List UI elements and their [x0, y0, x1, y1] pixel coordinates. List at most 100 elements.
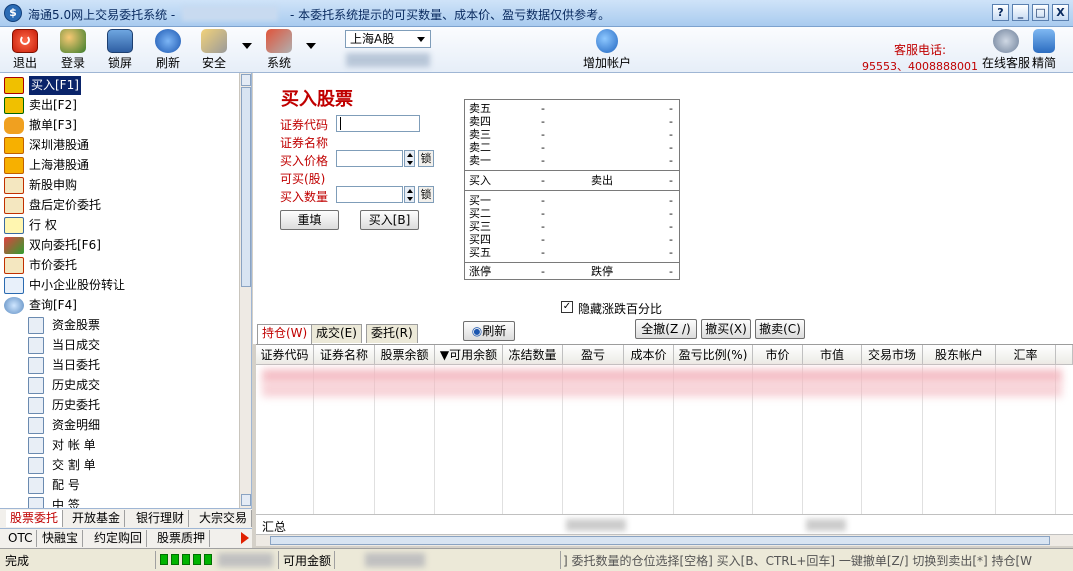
col-header-account[interactable]: 股东帐户 — [923, 345, 996, 365]
refresh-button[interactable]: 刷新 — [155, 29, 181, 71]
cancel-sell-button[interactable]: 撤卖(C) — [755, 319, 805, 339]
nav-item-buy[interactable]: 买入[F1] — [2, 76, 238, 95]
nav-subitem-history-trades[interactable]: 历史成交 — [2, 376, 238, 395]
tab-block-trade[interactable]: 大宗交易 — [195, 510, 252, 527]
lock-screen-button[interactable]: 锁屏 — [107, 29, 133, 71]
buyable-label: 可买(股) — [280, 172, 326, 186]
col-header-price[interactable]: 市价 — [753, 345, 803, 365]
scroll-thumb[interactable] — [270, 536, 1050, 545]
col-header-available[interactable]: ▼可用余额 — [435, 345, 503, 365]
nav-subitem-today-trades[interactable]: 当日成交 — [2, 336, 238, 355]
nav-item-exercise[interactable]: 行 权 — [2, 216, 238, 235]
reset-button[interactable]: 重填 — [280, 210, 339, 230]
toolbar: 退出 登录 锁屏 刷新 安全 系统 上海A股 增加帐户 客服电话: 95553、… — [0, 27, 1073, 73]
table-row[interactable] — [262, 369, 1062, 383]
col-header-pnl[interactable]: 盈亏 — [563, 345, 624, 365]
tab-trades[interactable]: 成交(E) — [311, 324, 362, 343]
nav-subitem-delivery[interactable]: 交 割 单 — [2, 456, 238, 475]
cancel-all-button[interactable]: 全撤(Z /) — [635, 319, 697, 339]
tab-stock-trading[interactable]: 股票委托 — [6, 510, 64, 527]
nav-subitem-winning[interactable]: 中 签 — [2, 496, 238, 508]
table-horizontal-scrollbar[interactable] — [256, 534, 1073, 546]
document-icon — [28, 397, 44, 414]
tab-repurchase[interactable]: 约定购回 — [90, 530, 148, 547]
tab-positions[interactable]: 持仓(W) — [257, 324, 313, 344]
quantity-input[interactable] — [336, 186, 403, 203]
col-header-frozen[interactable]: 冻结数量 — [503, 345, 563, 365]
nav-subitem-today-orders[interactable]: 当日委托 — [2, 356, 238, 375]
close-button[interactable]: X — [1052, 4, 1069, 21]
scroll-down-arrow[interactable] — [241, 494, 251, 506]
tab-bank-wealth[interactable]: 银行理财 — [132, 510, 190, 527]
system-button[interactable]: 系统 — [266, 29, 292, 71]
left-tabs-row2: OTC 快融宝 约定购回 股票质押 — [0, 528, 252, 548]
tab-scroll-right-arrow[interactable] — [241, 532, 249, 544]
price-lock-button[interactable]: 锁 — [418, 150, 434, 167]
security-button[interactable]: 安全 — [201, 29, 227, 71]
nav-item-sell[interactable]: 卖出[F2] — [2, 96, 238, 115]
col-header-cost[interactable]: 成本价 — [624, 345, 674, 365]
nav-item-market-order[interactable]: 市价委托 — [2, 256, 238, 275]
buy-button[interactable]: 买入[B] — [360, 210, 419, 230]
quantity-stepper[interactable] — [404, 186, 415, 203]
nav-item-cancel[interactable]: 撤单[F3] — [2, 116, 238, 135]
checkbox-checked-icon[interactable]: ✓ — [561, 301, 573, 313]
exercise-icon — [4, 217, 24, 234]
tab-otc[interactable]: OTC — [4, 530, 38, 547]
online-service-button[interactable]: 在线客服 — [982, 29, 1030, 71]
price-stepper[interactable] — [404, 150, 415, 167]
nav-item-after-hours[interactable]: 盘后定价委托 — [2, 196, 238, 215]
login-button[interactable]: 登录 — [60, 29, 86, 71]
nav-item-two-way[interactable]: 双向委托[F6] — [2, 236, 238, 255]
tab-orders[interactable]: 委托(R) — [366, 324, 418, 343]
document-icon — [28, 357, 44, 374]
nav-item-sh-hk-connect[interactable]: 上海港股通 — [2, 156, 238, 175]
col-header-pnl-pct[interactable]: 盈亏比例(%) — [674, 345, 753, 365]
maximize-button[interactable]: □ — [1032, 4, 1049, 21]
tab-stock-pledge[interactable]: 股票质押 — [153, 530, 211, 547]
col-header-market-value[interactable]: 市值 — [803, 345, 862, 365]
scroll-thumb[interactable] — [241, 87, 251, 287]
help-button[interactable]: ? — [992, 4, 1009, 21]
nav-subitem-statement[interactable]: 对 帐 单 — [2, 436, 238, 455]
nav-subitem-allotment[interactable]: 配 号 — [2, 476, 238, 495]
available-funds-redacted — [365, 553, 425, 567]
nav-item-ipo[interactable]: 新股申购 — [2, 176, 238, 195]
nav-subitem-history-orders[interactable]: 历史委托 — [2, 396, 238, 415]
system-dropdown-arrow[interactable] — [306, 43, 316, 49]
col-header-name[interactable]: 证券名称 — [314, 345, 375, 365]
add-account-button[interactable]: 增加帐户 — [583, 29, 631, 71]
code-input[interactable] — [336, 115, 420, 132]
refresh-grid-button[interactable]: ◉刷新 — [463, 321, 515, 341]
tab-kuairongbao[interactable]: 快融宝 — [38, 530, 84, 547]
scroll-up-arrow[interactable] — [241, 74, 251, 86]
quantity-lock-button[interactable]: 锁 — [418, 186, 434, 203]
security-dropdown-arrow[interactable] — [242, 43, 252, 49]
account-select-redacted[interactable] — [346, 53, 430, 67]
sell-icon — [4, 97, 24, 114]
col-header-code[interactable]: 证券代码 — [256, 345, 314, 365]
left-nav-scrollbar[interactable] — [239, 73, 251, 508]
code-label: 证券代码 — [280, 118, 329, 132]
price-input[interactable] — [336, 150, 403, 167]
quote-row-limits: 涨停 - 跌停 - — [469, 265, 673, 278]
col-header-rate[interactable]: 汇率 — [996, 345, 1056, 365]
nav-item-sz-hk-connect[interactable]: 深圳港股通 — [2, 136, 238, 155]
exit-button[interactable]: 退出 — [12, 29, 38, 71]
market-select[interactable]: 上海A股 — [345, 30, 431, 48]
col-header-exchange[interactable]: 交易市场 — [862, 345, 923, 365]
nav-item-sme-transfer[interactable]: 中小企业股份转让 — [2, 276, 238, 295]
nav-subitem-fund-details[interactable]: 资金明细 — [2, 416, 238, 435]
cancel-buy-button[interactable]: 撤买(X) — [701, 319, 751, 339]
col-header-more[interactable] — [1056, 345, 1073, 365]
col-header-balance[interactable]: 股票余额 — [375, 345, 435, 365]
sh-hk-connect-icon — [4, 157, 24, 174]
nav-item-query[interactable]: 查询[F4] — [2, 296, 238, 315]
shortcut-help-text: ] 委托数量的仓位选择[空格] 买入[B、CTRL+回车] 一键撤单[Z/] 切… — [563, 554, 1033, 568]
simplified-mode-button[interactable]: 精简 — [1032, 29, 1056, 71]
table-row[interactable] — [262, 383, 1062, 397]
tab-open-fund[interactable]: 开放基金 — [68, 510, 126, 527]
nav-subitem-funds-stocks[interactable]: 资金股票 — [2, 316, 238, 335]
minimize-button[interactable]: _ — [1012, 4, 1029, 21]
document-icon — [28, 497, 44, 508]
